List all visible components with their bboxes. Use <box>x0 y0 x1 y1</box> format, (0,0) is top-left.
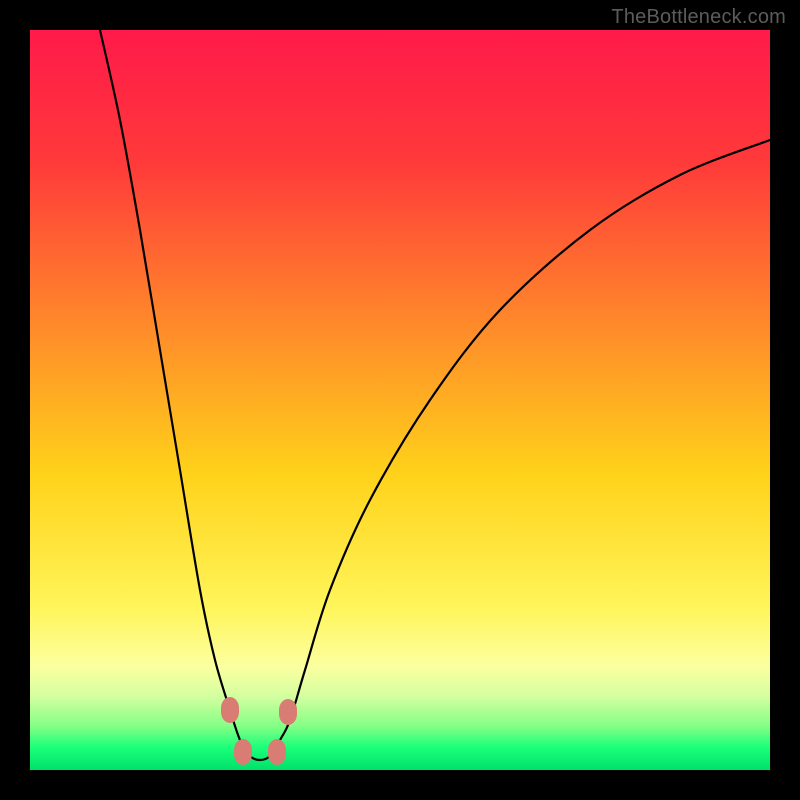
plot-area <box>30 30 770 770</box>
watermark-text: TheBottleneck.com <box>611 6 786 29</box>
bottleneck-curve <box>30 30 770 770</box>
outer-frame: TheBottleneck.com <box>0 0 800 800</box>
marker-right-upper <box>279 699 297 725</box>
curve-path <box>100 30 770 760</box>
marker-left-upper <box>221 697 239 723</box>
marker-right-lower <box>268 739 286 765</box>
marker-left-lower <box>234 739 252 765</box>
